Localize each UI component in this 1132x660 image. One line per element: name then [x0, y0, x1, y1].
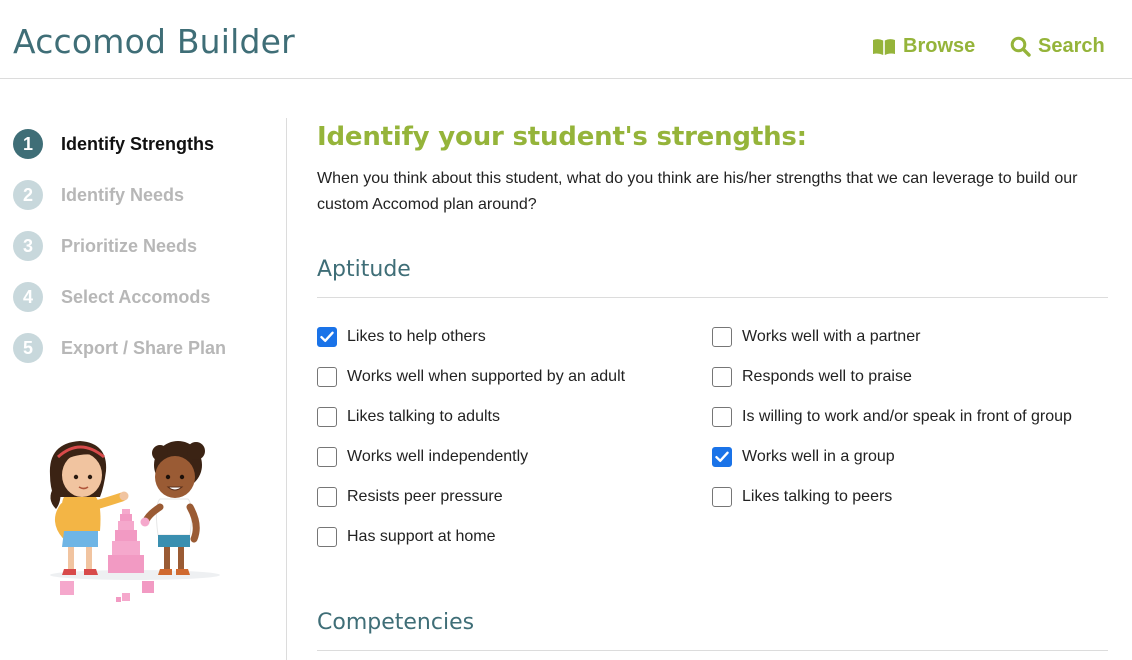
section-title-competencies: Competencies: [317, 610, 475, 635]
magnifier-icon: [1010, 36, 1031, 57]
checkbox-label: Works well in a group: [742, 448, 895, 465]
step-select-accomods[interactable]: 4 Select Accomods: [13, 282, 210, 312]
checkbox-works-well-independently[interactable]: Works well independently: [317, 447, 528, 467]
checkbox-label: Responds well to praise: [742, 368, 912, 385]
step-number: 1: [13, 129, 43, 159]
step-label: Identify Needs: [61, 184, 185, 205]
browse-link[interactable]: Browse: [872, 35, 975, 58]
checkbox[interactable]: [712, 487, 732, 507]
checkbox-label: Resists peer pressure: [347, 488, 503, 505]
search-label: Search: [1038, 35, 1105, 57]
step-identify-strengths[interactable]: 1 Identify Strengths: [13, 129, 214, 159]
checkbox-has-support-at-home[interactable]: Has support at home: [317, 527, 496, 547]
checkbox-label: Works well with a partner: [742, 328, 921, 345]
checkbox-works-well-with-partner[interactable]: Works well with a partner: [712, 327, 920, 347]
app-header: Accomod Builder Browse Search: [0, 0, 1132, 79]
checkbox[interactable]: [712, 407, 732, 427]
checkbox-label: Likes talking to adults: [347, 408, 500, 425]
checkbox[interactable]: [712, 327, 732, 347]
checkbox-label: Has support at home: [347, 528, 496, 545]
intro-text: When you think about this student, what …: [317, 170, 1078, 213]
checkbox-responds-to-praise[interactable]: Responds well to praise: [712, 367, 912, 387]
checkbox-likes-to-help-others[interactable]: Likes to help others: [317, 327, 486, 347]
checkbox-resists-peer-pressure[interactable]: Resists peer pressure: [317, 487, 503, 507]
kids-illustration: [40, 435, 230, 610]
checkmark-icon: [320, 331, 334, 342]
checkbox-supported-by-adult[interactable]: Works well when supported by an adult: [317, 367, 625, 387]
checkbox[interactable]: [712, 447, 732, 467]
section-divider: [317, 650, 1108, 651]
checkbox-label: Likes to help others: [347, 328, 486, 345]
search-link[interactable]: Search: [1010, 35, 1105, 58]
checkbox[interactable]: [317, 367, 337, 387]
checkbox-label: Works well when supported by an adult: [347, 368, 626, 385]
browse-label: Browse: [903, 35, 976, 57]
checkmark-icon: [715, 451, 729, 462]
page-heading: Identify your student's strengths:: [317, 122, 807, 152]
step-prioritize-needs[interactable]: 3 Prioritize Needs: [13, 231, 197, 261]
step-identify-needs[interactable]: 2 Identify Needs: [13, 180, 184, 210]
step-label: Export / Share Plan: [61, 337, 227, 358]
checkbox-works-well-in-group[interactable]: Works well in a group: [712, 447, 895, 467]
step-label: Select Accomods: [61, 286, 211, 307]
step-label: Identify Strengths: [61, 133, 215, 154]
checkbox-label: Likes talking to peers: [742, 488, 893, 505]
checkbox-likes-talking-to-peers[interactable]: Likes talking to peers: [712, 487, 892, 507]
step-number: 5: [13, 333, 43, 363]
checkbox[interactable]: [317, 327, 337, 347]
checkbox[interactable]: [317, 527, 337, 547]
checkbox[interactable]: [317, 407, 337, 427]
section-title-aptitude: Aptitude: [317, 257, 411, 282]
checkbox-label: Is willing to work and/or speak in front…: [742, 408, 1072, 425]
step-number: 2: [13, 180, 43, 210]
sidebar-divider: [286, 118, 287, 660]
checkbox-speak-in-front-of-group[interactable]: Is willing to work and/or speak in front…: [712, 407, 1072, 427]
step-label: Prioritize Needs: [61, 235, 198, 256]
checkbox[interactable]: [317, 487, 337, 507]
checkbox[interactable]: [317, 447, 337, 467]
main-content: Identify your student's strengths: When …: [317, 118, 1108, 651]
step-export-share-plan[interactable]: 5 Export / Share Plan: [13, 333, 226, 363]
checkbox-likes-talking-to-adults[interactable]: Likes talking to adults: [317, 407, 500, 427]
checkbox[interactable]: [712, 367, 732, 387]
step-number: 3: [13, 231, 43, 261]
checkbox-label: Works well independently: [347, 448, 529, 465]
step-number: 4: [13, 282, 43, 312]
app-title: Accomod Builder: [13, 22, 295, 61]
section-divider: [317, 297, 1108, 298]
open-book-icon: [872, 38, 896, 56]
